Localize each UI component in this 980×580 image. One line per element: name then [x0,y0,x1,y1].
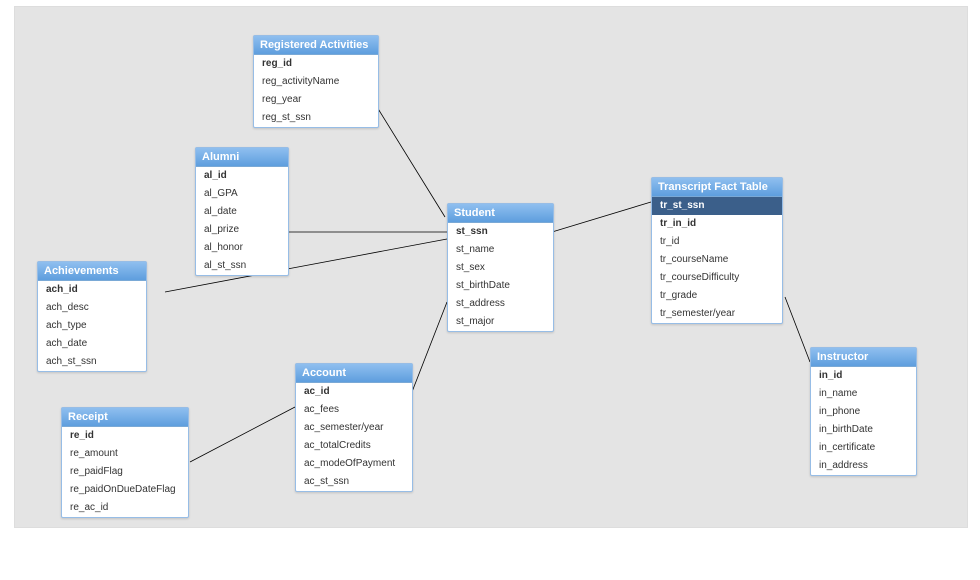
field: re_paidFlag [62,463,188,481]
field: ac_fees [296,401,412,419]
field: al_honor [196,239,288,257]
table-receipt[interactable]: Receipt re_id re_amount re_paidFlag re_p… [61,407,189,518]
table-title: Receipt [62,408,188,427]
field: ac_semester/year [296,419,412,437]
table-title: Instructor [811,348,916,367]
table-transcript-fact[interactable]: Transcript Fact Table tr_st_ssn tr_in_id… [651,177,783,324]
table-title: Account [296,364,412,383]
field: st_birthDate [448,277,553,295]
field: ach_st_ssn [38,353,146,371]
field: al_date [196,203,288,221]
table-title: Achievements [38,262,146,281]
table-title: Student [448,204,553,223]
field: reg_year [254,91,378,109]
field: ac_modeOfPayment [296,455,412,473]
field: re_paidOnDueDateFlag [62,481,188,499]
field: reg_activityName [254,73,378,91]
field: st_ssn [448,223,553,241]
field: tr_st_ssn [652,197,782,215]
table-title: Alumni [196,148,288,167]
field: al_id [196,167,288,185]
field: ach_date [38,335,146,353]
field: al_prize [196,221,288,239]
field: reg_id [254,55,378,73]
field: re_id [62,427,188,445]
table-achievements[interactable]: Achievements ach_id ach_desc ach_type ac… [37,261,147,372]
field: tr_grade [652,287,782,305]
field: in_id [811,367,916,385]
field: ac_st_ssn [296,473,412,491]
field: tr_courseName [652,251,782,269]
field: ach_desc [38,299,146,317]
field: st_address [448,295,553,313]
table-registered-activities[interactable]: Registered Activities reg_id reg_activit… [253,35,379,128]
field: in_address [811,457,916,475]
field: re_ac_id [62,499,188,517]
field: st_sex [448,259,553,277]
field: tr_id [652,233,782,251]
field: al_st_ssn [196,257,288,275]
table-title: Transcript Fact Table [652,178,782,197]
field: al_GPA [196,185,288,203]
field: tr_semester/year [652,305,782,323]
field: ac_totalCredits [296,437,412,455]
field: ac_id [296,383,412,401]
field: st_name [448,241,553,259]
field: in_phone [811,403,916,421]
field: ach_type [38,317,146,335]
table-account[interactable]: Account ac_id ac_fees ac_semester/year a… [295,363,413,492]
table-title: Registered Activities [254,36,378,55]
field: ach_id [38,281,146,299]
table-student[interactable]: Student st_ssn st_name st_sex st_birthDa… [447,203,554,332]
field: st_major [448,313,553,331]
field: tr_in_id [652,215,782,233]
field: in_birthDate [811,421,916,439]
field: in_certificate [811,439,916,457]
field: in_name [811,385,916,403]
field: re_amount [62,445,188,463]
table-alumni[interactable]: Alumni al_id al_GPA al_date al_prize al_… [195,147,289,276]
diagram-canvas: Registered Activities reg_id reg_activit… [14,6,968,528]
table-instructor[interactable]: Instructor in_id in_name in_phone in_bir… [810,347,917,476]
field: reg_st_ssn [254,109,378,127]
field: tr_courseDifficulty [652,269,782,287]
